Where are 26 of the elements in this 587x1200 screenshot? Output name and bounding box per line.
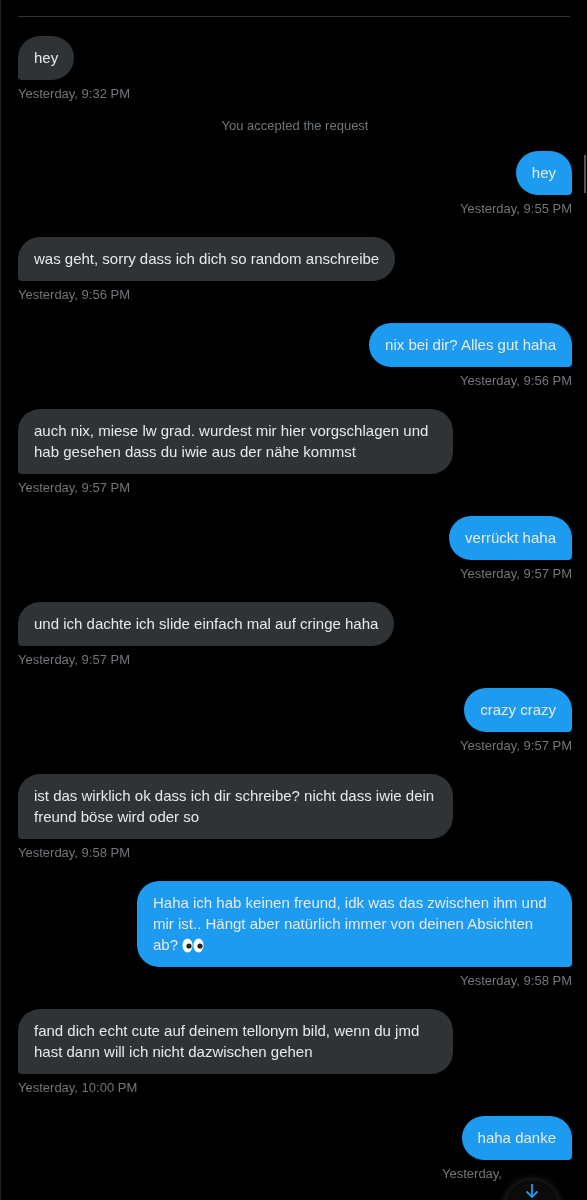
message-timestamp: Yesterday, 9:57 PM: [18, 480, 130, 496]
received-message: fand dich echt cute auf deinem tellonym bild, wenn du jmd hast dann will ich nicht dazwischen gehen: [18, 1009, 453, 1074]
received-message: hey: [18, 36, 75, 80]
message-timestamp: Yesterday, 9:58 PM: [460, 973, 572, 989]
sent-message: crazy crazy: [464, 688, 572, 732]
received-message: auch nix, miese lw grad. wurdest mir hier vorgschlagen und hab gesehen dass du iwie aus der nähe kommst: [18, 409, 453, 474]
sent-message: verrückt haha: [449, 516, 572, 560]
message-timestamp: Yesterday, 9:57 PM: [18, 652, 130, 668]
message-timestamp: Yesterday, 9:55 PM: [460, 201, 572, 217]
received-message: was geht, sorry dass ich dich so random anschreibe: [18, 237, 396, 281]
sent-message: haha danke: [461, 1116, 572, 1160]
received-message: und ich dachte ich slide einfach mal auf cringe haha: [18, 602, 395, 646]
sent-message: hey: [515, 151, 572, 195]
message-timestamp: Yesterday, 9:57 PM: [460, 566, 572, 582]
message-timestamp: Yesterday, 9:57 PM: [460, 738, 572, 754]
sent-message: nix bei dir? Alles gut haha: [369, 323, 572, 367]
system-notice: You accepted the request: [221, 118, 369, 133]
message-timestamp: Yesterday, 9:58 PM: [18, 845, 130, 861]
message-timestamp: Yesterday,: [442, 1166, 502, 1182]
sent-message: Haha ich hab keinen freund, idk was das zwischen ihm und mir ist.. Hängt aber natürlich immer von deinen Absichten ab?: [137, 881, 572, 967]
received-message: ist das wirklich ok dass ich dir schreibe? nicht dass iwie dein freund böse wird oder so: [18, 774, 453, 839]
message-timestamp: Yesterday, 10:00 PM: [18, 1080, 138, 1096]
message-timestamp: Yesterday, 9:56 PM: [18, 287, 130, 303]
message-timestamp: Yesterday, 9:56 PM: [460, 373, 572, 389]
message-timestamp: Yesterday, 9:32 PM: [18, 86, 130, 102]
arrow-down-icon: [525, 1183, 539, 1199]
